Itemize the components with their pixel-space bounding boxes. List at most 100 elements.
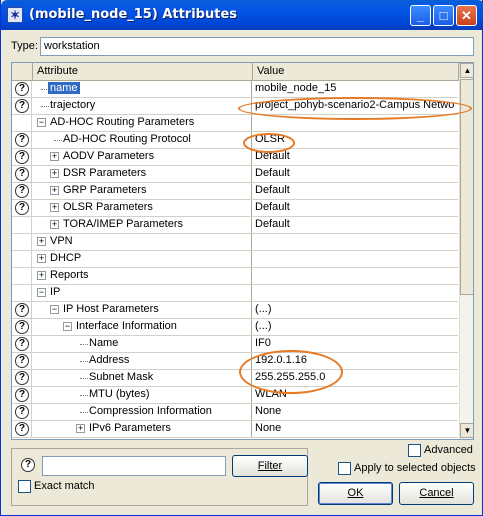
help-icon[interactable]: ? (15, 354, 29, 368)
attribute-cell[interactable]: + GRP Parameters (33, 183, 252, 199)
attribute-value[interactable]: None (255, 422, 455, 434)
attribute-row[interactable]: ? + DSR Parameters Default (12, 166, 458, 183)
help-icon[interactable]: ? (15, 133, 29, 147)
attribute-row[interactable]: ? − IP Host Parameters (...) (12, 302, 458, 319)
attribute-value[interactable]: Default (255, 150, 455, 162)
collapse-icon[interactable]: − (63, 322, 72, 331)
apply-selected-checkbox[interactable] (338, 462, 351, 475)
attribute-value[interactable]: None (255, 405, 455, 417)
attribute-value[interactable]: (...) (255, 320, 455, 332)
expand-icon[interactable]: + (37, 237, 46, 246)
attribute-cell[interactable]: − IP (33, 285, 252, 301)
help-icon[interactable]: ? (15, 184, 29, 198)
expand-icon[interactable]: + (50, 169, 59, 178)
attribute-cell[interactable]: − Interface Information (33, 319, 252, 335)
attribute-value[interactable]: Default (255, 184, 455, 196)
attribute-cell[interactable]: + TORA/IMEP Parameters (33, 217, 252, 233)
exact-match-checkbox[interactable] (18, 480, 31, 493)
attribute-cell[interactable]: + OLSR Parameters (33, 200, 252, 216)
minimize-button[interactable]: _ (410, 5, 431, 26)
filter-button[interactable]: Filter (232, 455, 308, 477)
attribute-cell[interactable]: + DSR Parameters (33, 166, 252, 182)
help-icon[interactable]: ? (15, 422, 29, 436)
expand-icon[interactable]: + (76, 424, 85, 433)
attribute-value[interactable]: mobile_node_15 (255, 82, 455, 94)
attribute-cell[interactable]: MTU (bytes) (33, 387, 252, 403)
scroll-down-icon[interactable]: ▼ (460, 423, 473, 438)
attribute-row[interactable]: ? Name IF0 (12, 336, 458, 353)
expand-icon[interactable]: + (50, 186, 59, 195)
attribute-cell[interactable]: Subnet Mask (33, 370, 252, 386)
attribute-value[interactable]: Default (255, 201, 455, 213)
attribute-cell[interactable]: Address (33, 353, 252, 369)
help-icon[interactable]: ? (15, 150, 29, 164)
attribute-row[interactable]: ? Address 192.0.1.16 (12, 353, 458, 370)
filter-input[interactable] (42, 456, 226, 476)
expand-icon[interactable]: + (37, 271, 46, 280)
help-icon[interactable]: ? (15, 167, 29, 181)
attribute-row[interactable]: ? + GRP Parameters Default (12, 183, 458, 200)
attribute-row[interactable]: + VPN (12, 234, 458, 251)
maximize-button[interactable]: □ (433, 5, 454, 26)
attribute-row[interactable]: + TORA/IMEP Parameters Default (12, 217, 458, 234)
type-field[interactable]: workstation (40, 37, 474, 56)
attribute-cell[interactable]: Name (33, 336, 252, 352)
attribute-value[interactable]: Default (255, 167, 455, 179)
help-cell: ? (12, 132, 32, 148)
vertical-scrollbar[interactable]: ▲ ▼ (459, 63, 473, 439)
title-bar[interactable]: ✶ (mobile_node_15) Attributes _ □ ✕ (1, 0, 483, 30)
help-icon[interactable]: ? (15, 320, 29, 334)
attribute-row[interactable]: ? − Interface Information (...) (12, 319, 458, 336)
attribute-cell[interactable]: − IP Host Parameters (33, 302, 252, 318)
header-value[interactable]: Value (253, 63, 459, 81)
attribute-cell[interactable]: trajectory (33, 98, 252, 114)
attribute-cell[interactable]: − AD-HOC Routing Parameters (33, 115, 252, 131)
advanced-checkbox[interactable] (408, 444, 421, 457)
attribute-cell[interactable]: name (33, 81, 252, 97)
help-icon[interactable]: ? (21, 458, 35, 472)
expand-icon[interactable]: + (50, 152, 59, 161)
header-attribute[interactable]: Attribute (33, 63, 253, 81)
help-icon[interactable]: ? (15, 337, 29, 351)
attribute-row[interactable]: + DHCP (12, 251, 458, 268)
attribute-row[interactable]: + Reports (12, 268, 458, 285)
attribute-cell[interactable]: AD-HOC Routing Protocol (33, 132, 252, 148)
attribute-cell[interactable]: + Reports (33, 268, 252, 284)
close-button[interactable]: ✕ (456, 5, 477, 26)
attribute-row[interactable]: ? + IPv6 Parameters None (12, 421, 458, 438)
attribute-value[interactable]: IF0 (255, 337, 455, 349)
help-icon[interactable]: ? (15, 201, 29, 215)
help-cell: ? (12, 319, 32, 335)
ok-button[interactable]: OK (318, 482, 393, 505)
attribute-row[interactable]: ? MTU (bytes) WLAN (12, 387, 458, 404)
attribute-row[interactable]: − IP (12, 285, 458, 302)
attribute-row[interactable]: ? name mobile_node_15 (12, 81, 458, 98)
attribute-cell[interactable]: + AODV Parameters (33, 149, 252, 165)
collapse-icon[interactable]: − (37, 118, 46, 127)
attribute-row[interactable]: ? Compression Information None (12, 404, 458, 421)
cancel-button[interactable]: Cancel (399, 482, 474, 505)
attribute-cell[interactable]: + DHCP (33, 251, 252, 267)
expand-icon[interactable]: + (37, 254, 46, 263)
attribute-row[interactable]: ? Subnet Mask 255.255.255.0 (12, 370, 458, 387)
help-icon[interactable]: ? (15, 405, 29, 419)
collapse-icon[interactable]: − (37, 288, 46, 297)
help-icon[interactable]: ? (15, 99, 29, 113)
attribute-cell[interactable]: + VPN (33, 234, 252, 250)
help-icon[interactable]: ? (15, 303, 29, 317)
attribute-row[interactable]: ? AD-HOC Routing Protocol OLSR (12, 132, 458, 149)
scroll-up-icon[interactable]: ▲ (460, 63, 473, 78)
expand-icon[interactable]: + (50, 220, 59, 229)
cancel-button-label: Cancel (419, 487, 454, 499)
attribute-row[interactable]: ? + AODV Parameters Default (12, 149, 458, 166)
attribute-row[interactable]: ? + OLSR Parameters Default (12, 200, 458, 217)
attribute-cell[interactable]: Compression Information (33, 404, 252, 420)
help-icon[interactable]: ? (15, 82, 29, 96)
collapse-icon[interactable]: − (50, 305, 59, 314)
expand-icon[interactable]: + (50, 203, 59, 212)
help-icon[interactable]: ? (15, 388, 29, 402)
help-icon[interactable]: ? (15, 371, 29, 385)
attribute-value[interactable]: (...) (255, 303, 455, 315)
attribute-value[interactable]: Default (255, 218, 455, 230)
attribute-cell[interactable]: + IPv6 Parameters (33, 421, 252, 437)
